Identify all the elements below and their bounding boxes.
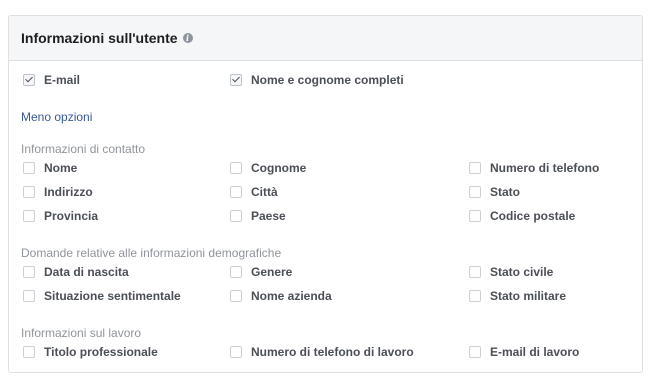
checkbox-phone-number[interactable]: Numero di telefono	[469, 161, 599, 175]
info-icon[interactable]: i	[182, 33, 193, 43]
checkbox-postal-code[interactable]: Codice postale	[469, 209, 575, 223]
section-title-work: Informazioni sul lavoro	[21, 326, 142, 340]
checkbox-label: Numero di telefono di lavoro	[251, 345, 414, 359]
checkbox-label: Data di nascita	[44, 265, 129, 279]
checkbox-icon[interactable]	[469, 290, 481, 302]
checkbox-icon[interactable]	[230, 290, 242, 302]
user-info-panel: Informazioni sull'utente i E-mail Nome e…	[8, 15, 643, 373]
checkbox-icon[interactable]	[230, 266, 242, 278]
checkbox-icon[interactable]	[469, 162, 481, 174]
checkbox-label: Nome e cognome completi	[251, 73, 404, 87]
checkbox-label: Paese	[251, 209, 286, 223]
checkbox-checked-icon[interactable]	[230, 74, 242, 86]
checkbox-icon[interactable]	[230, 210, 242, 222]
checkbox-province[interactable]: Provincia	[23, 209, 98, 223]
checkbox-icon[interactable]	[469, 266, 481, 278]
checkbox-label: Città	[251, 185, 278, 199]
section-title-demographics: Domande relative alle informazioni demog…	[21, 246, 282, 260]
checkbox-full-name[interactable]: Nome e cognome completi	[230, 73, 404, 87]
checkbox-military-status[interactable]: Stato militare	[469, 289, 566, 303]
checkbox-job-title[interactable]: Titolo professionale	[23, 345, 158, 359]
checkbox-icon[interactable]	[23, 210, 35, 222]
checkbox-label: Titolo professionale	[44, 345, 158, 359]
panel-header: Informazioni sull'utente i	[9, 16, 642, 61]
checkbox-city[interactable]: Città	[230, 185, 278, 199]
checkbox-first-name[interactable]: Nome	[23, 161, 77, 175]
checkbox-icon[interactable]	[230, 186, 242, 198]
checkbox-label: Stato civile	[490, 265, 554, 279]
checkbox-checked-icon[interactable]	[23, 74, 35, 86]
checkbox-label: Nome	[44, 161, 78, 175]
checkbox-icon[interactable]	[23, 186, 35, 198]
checkbox-label: Situazione sentimentale	[44, 289, 181, 303]
checkbox-last-name[interactable]: Cognome	[230, 161, 306, 175]
checkbox-icon[interactable]	[469, 210, 481, 222]
checkbox-date-of-birth[interactable]: Data di nascita	[23, 265, 129, 279]
checkbox-relationship-status[interactable]: Situazione sentimentale	[23, 289, 181, 303]
checkbox-label: E-mail di lavoro	[490, 345, 580, 359]
checkbox-icon[interactable]	[230, 162, 242, 174]
checkbox-icon[interactable]	[469, 186, 481, 198]
checkbox-email[interactable]: E-mail	[23, 73, 80, 87]
section-title-contact: Informazioni di contatto	[21, 142, 146, 156]
checkbox-label: Provincia	[44, 209, 99, 223]
checkbox-label: Codice postale	[490, 209, 576, 223]
checkbox-label: Numero di telefono	[490, 161, 600, 175]
checkbox-label: E-mail	[44, 73, 81, 87]
checkbox-state[interactable]: Stato	[469, 185, 520, 199]
checkbox-company-name[interactable]: Nome azienda	[230, 289, 332, 303]
checkbox-country[interactable]: Paese	[230, 209, 286, 223]
checkbox-label: Nome azienda	[251, 289, 332, 303]
checkbox-icon[interactable]	[23, 266, 35, 278]
checkbox-icon[interactable]	[469, 346, 481, 358]
checkbox-icon[interactable]	[23, 346, 35, 358]
checkbox-work-phone[interactable]: Numero di telefono di lavoro	[230, 345, 414, 359]
checkbox-work-email[interactable]: E-mail di lavoro	[469, 345, 579, 359]
checkbox-label: Cognome	[251, 161, 307, 175]
checkbox-label: Stato militare	[490, 289, 567, 303]
checkbox-icon[interactable]	[230, 346, 242, 358]
checkbox-icon[interactable]	[23, 290, 35, 302]
checkbox-icon[interactable]	[23, 162, 35, 174]
checkbox-label: Stato	[490, 185, 520, 199]
panel-title: Informazioni sull'utente	[21, 30, 178, 46]
checkbox-address[interactable]: Indirizzo	[23, 185, 93, 199]
less-options-link[interactable]: Meno opzioni	[21, 110, 92, 124]
checkbox-label: Indirizzo	[44, 185, 93, 199]
checkbox-label: Genere	[251, 265, 293, 279]
checkbox-gender[interactable]: Genere	[230, 265, 292, 279]
checkbox-marital-status[interactable]: Stato civile	[469, 265, 553, 279]
